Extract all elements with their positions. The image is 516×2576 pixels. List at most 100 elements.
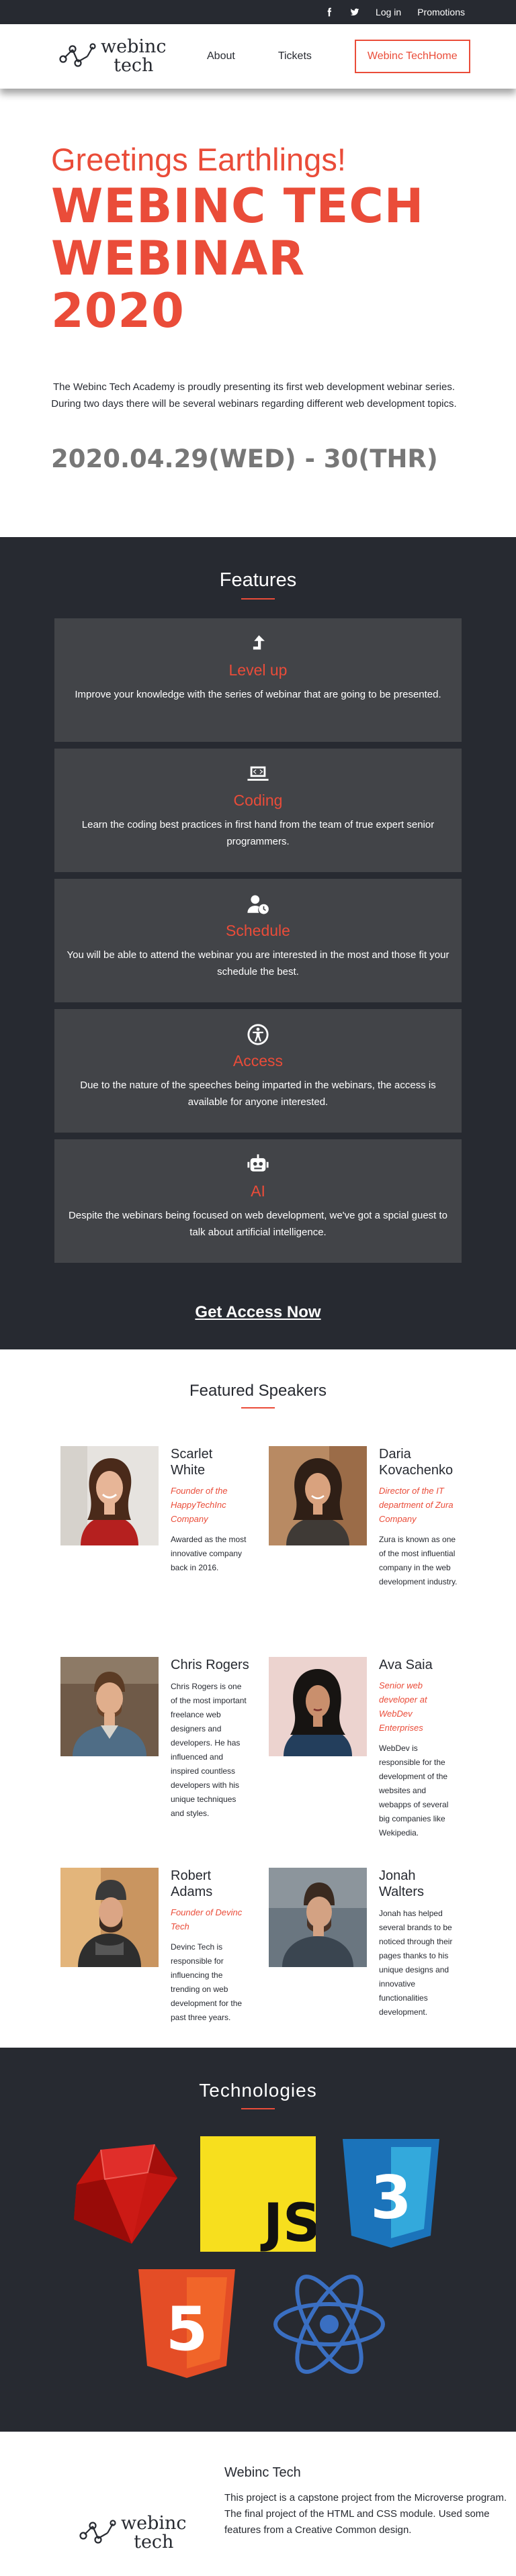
robot-icon — [246, 1153, 270, 1177]
feature-list: Level up Improve your knowledge with the… — [54, 618, 462, 1263]
features-section: Features Level up Improve your knowledge… — [0, 537, 516, 1349]
speaker-name: Daria Kovachenko — [379, 1447, 454, 1478]
hero-intro-line-1: The Webinc Tech Academy is proudly prese… — [52, 381, 456, 393]
js-logo-text: JS — [260, 2193, 316, 2252]
speaker-card: Robert Adams Founder of Devinc Tech Devi… — [60, 1868, 269, 2053]
logo-text: webinc tech — [121, 2514, 187, 2552]
javascript-logo-icon: JS — [200, 2136, 316, 2252]
footer-logo[interactable]: webinc tech — [78, 2489, 204, 2576]
ruby-logo-icon — [74, 2144, 177, 2244]
speaker-photo — [60, 1657, 159, 1756]
speaker-photo — [269, 1657, 367, 1756]
speaker-card: Chris Rogers Chris Rogers is one of the … — [60, 1657, 269, 1842]
footer-info: Webinc Tech This project is a capstone p… — [224, 2465, 513, 2576]
speaker-photo — [269, 1868, 367, 1967]
css3-logo-icon: 3 — [343, 2139, 439, 2248]
speaker-name: Ava Saia — [379, 1658, 433, 1672]
hero-intro-line-2: During two days there will be several we… — [51, 398, 457, 410]
speaker-name: Scarlet White — [171, 1447, 213, 1478]
speaker-photo — [60, 1868, 159, 1967]
footer-text: This project is a capstone project from … — [224, 2492, 507, 2536]
nav-about[interactable]: About — [207, 50, 235, 62]
css-logo-number: 3 — [370, 2163, 411, 2232]
speaker-role: Director of the IT department of Zura Co… — [379, 1486, 454, 1524]
feature-card-schedule: Schedule You will be able to attend the … — [54, 879, 462, 1002]
hero-greeting: Greetings Earthlings! — [51, 142, 346, 177]
molecule-logo-icon — [59, 43, 96, 67]
logo-text: webinc tech — [101, 38, 167, 75]
speaker-info: Daria Kovachenko Director of the IT depa… — [379, 1446, 458, 1631]
feature-description: Learn the coding best practices in first… — [81, 819, 435, 847]
main-nav: About Tickets Webinc TechHome — [207, 40, 470, 73]
technologies-section: Technologies JS 3 5 — [0, 2048, 516, 2432]
speaker-name: Chris Rogers — [171, 1658, 249, 1672]
molecule-logo-icon — [79, 2519, 116, 2544]
feature-description: Due to the nature of the speeches being … — [80, 1080, 436, 1108]
get-access-now-link[interactable]: Get Access Now — [195, 1303, 320, 1322]
feature-description: Despite the webinars being focused on we… — [68, 1210, 448, 1238]
html5-logo-icon: 5 — [138, 2269, 235, 2378]
speaker-bio: Devinc Tech is responsible for influenci… — [171, 1942, 243, 2022]
technologies-title-underline — [241, 2108, 275, 2109]
logo-line-1: webinc — [121, 2512, 187, 2534]
speakers-section: Featured Speakers Scarlet White Founder … — [0, 1349, 516, 2048]
promotions-link[interactable]: Promotions — [417, 7, 465, 17]
technologies-row: JS 3 — [0, 2136, 516, 2252]
speaker-name: Robert Adams — [171, 1868, 213, 1899]
features-title: Features — [219, 569, 297, 591]
speaker-role: Founder of Devinc Tech — [171, 1907, 243, 1931]
speaker-role: Founder of the HappyTechInc Company — [171, 1486, 228, 1524]
facebook-icon[interactable] — [325, 7, 334, 17]
feature-title: Schedule — [226, 922, 290, 939]
feature-title: Coding — [233, 792, 283, 809]
speaker-grid: Scarlet White Founder of the HappyTechIn… — [60, 1446, 516, 2053]
login-link[interactable]: Log in — [376, 7, 401, 17]
speaker-bio: Awarded as the most innovative company b… — [171, 1535, 247, 1572]
logo-line-1: webinc — [101, 36, 167, 57]
speaker-card: Ava Saia Senior web developer at WebDev … — [269, 1657, 477, 1842]
nav-home-button[interactable]: Webinc TechHome — [354, 40, 470, 73]
speakers-title: Featured Speakers — [189, 1382, 327, 1400]
speaker-card: Scarlet White Founder of the HappyTechIn… — [60, 1446, 269, 1631]
logo-line-2: tech — [114, 55, 154, 76]
hero-intro: The Webinc Tech Academy is proudly prese… — [39, 379, 469, 412]
feature-card-ai: AI Despite the webinars being focused on… — [54, 1139, 462, 1263]
technologies-title: Technologies — [199, 2080, 317, 2101]
level-up-icon — [246, 632, 270, 656]
react-logo-icon — [273, 2275, 385, 2374]
speaker-bio: Jonah has helped several brands to be no… — [379, 1909, 453, 2017]
header: webinc tech About Tickets Webinc TechHom… — [0, 24, 516, 89]
speaker-role: Senior web developer at WebDev Enterpris… — [379, 1680, 427, 1733]
footer-title: Webinc Tech — [224, 2465, 301, 2480]
feature-description: Improve your knowledge with the series o… — [75, 689, 441, 700]
speaker-info: Jonah Walters Jonah has helped several b… — [379, 1868, 458, 2053]
feature-card-level-up: Level up Improve your knowledge with the… — [54, 618, 462, 742]
hero-dates: 2020.04.29(WED) - 30(THR) — [51, 444, 438, 473]
hero-section: Greetings Earthlings! WEBINC TECH WEBINA… — [0, 89, 516, 537]
feature-title: Access — [232, 1052, 284, 1069]
hero-title-line-2: WEBINAR — [51, 231, 306, 286]
speaker-info: Chris Rogers Chris Rogers is one of the … — [171, 1657, 250, 1842]
feature-title: AI — [251, 1182, 265, 1200]
twitter-icon[interactable] — [350, 7, 359, 17]
speaker-info: Robert Adams Founder of Devinc Tech Devi… — [171, 1868, 250, 2053]
feature-description: You will be able to attend the webinar y… — [67, 949, 449, 977]
feature-title: Level up — [228, 661, 288, 679]
feature-card-coding: Coding Learn the coding best practices i… — [54, 749, 462, 872]
laptop-code-icon — [246, 762, 270, 786]
user-clock-icon — [246, 892, 270, 916]
speaker-info: Scarlet White Founder of the HappyTechIn… — [171, 1446, 250, 1631]
speaker-bio: Chris Rogers is one of the most importan… — [171, 1682, 247, 1818]
top-bar: Log in Promotions — [0, 0, 516, 24]
speaker-photo — [60, 1446, 159, 1545]
speakers-title-underline — [241, 1407, 275, 1409]
logo[interactable]: webinc tech — [58, 38, 184, 75]
feature-card-access: Access Due to the nature of the speeches… — [54, 1009, 462, 1133]
logo-line-2: tech — [134, 2531, 174, 2553]
speaker-name: Jonah Walters — [379, 1868, 425, 1899]
footer: webinc tech Webinc Tech This project is … — [0, 2432, 516, 2576]
speaker-info: Ava Saia Senior web developer at WebDev … — [379, 1657, 458, 1842]
speaker-bio: Zura is known as one of the most influen… — [379, 1535, 458, 1586]
nav-tickets[interactable]: Tickets — [278, 50, 312, 62]
speaker-photo — [269, 1446, 367, 1545]
